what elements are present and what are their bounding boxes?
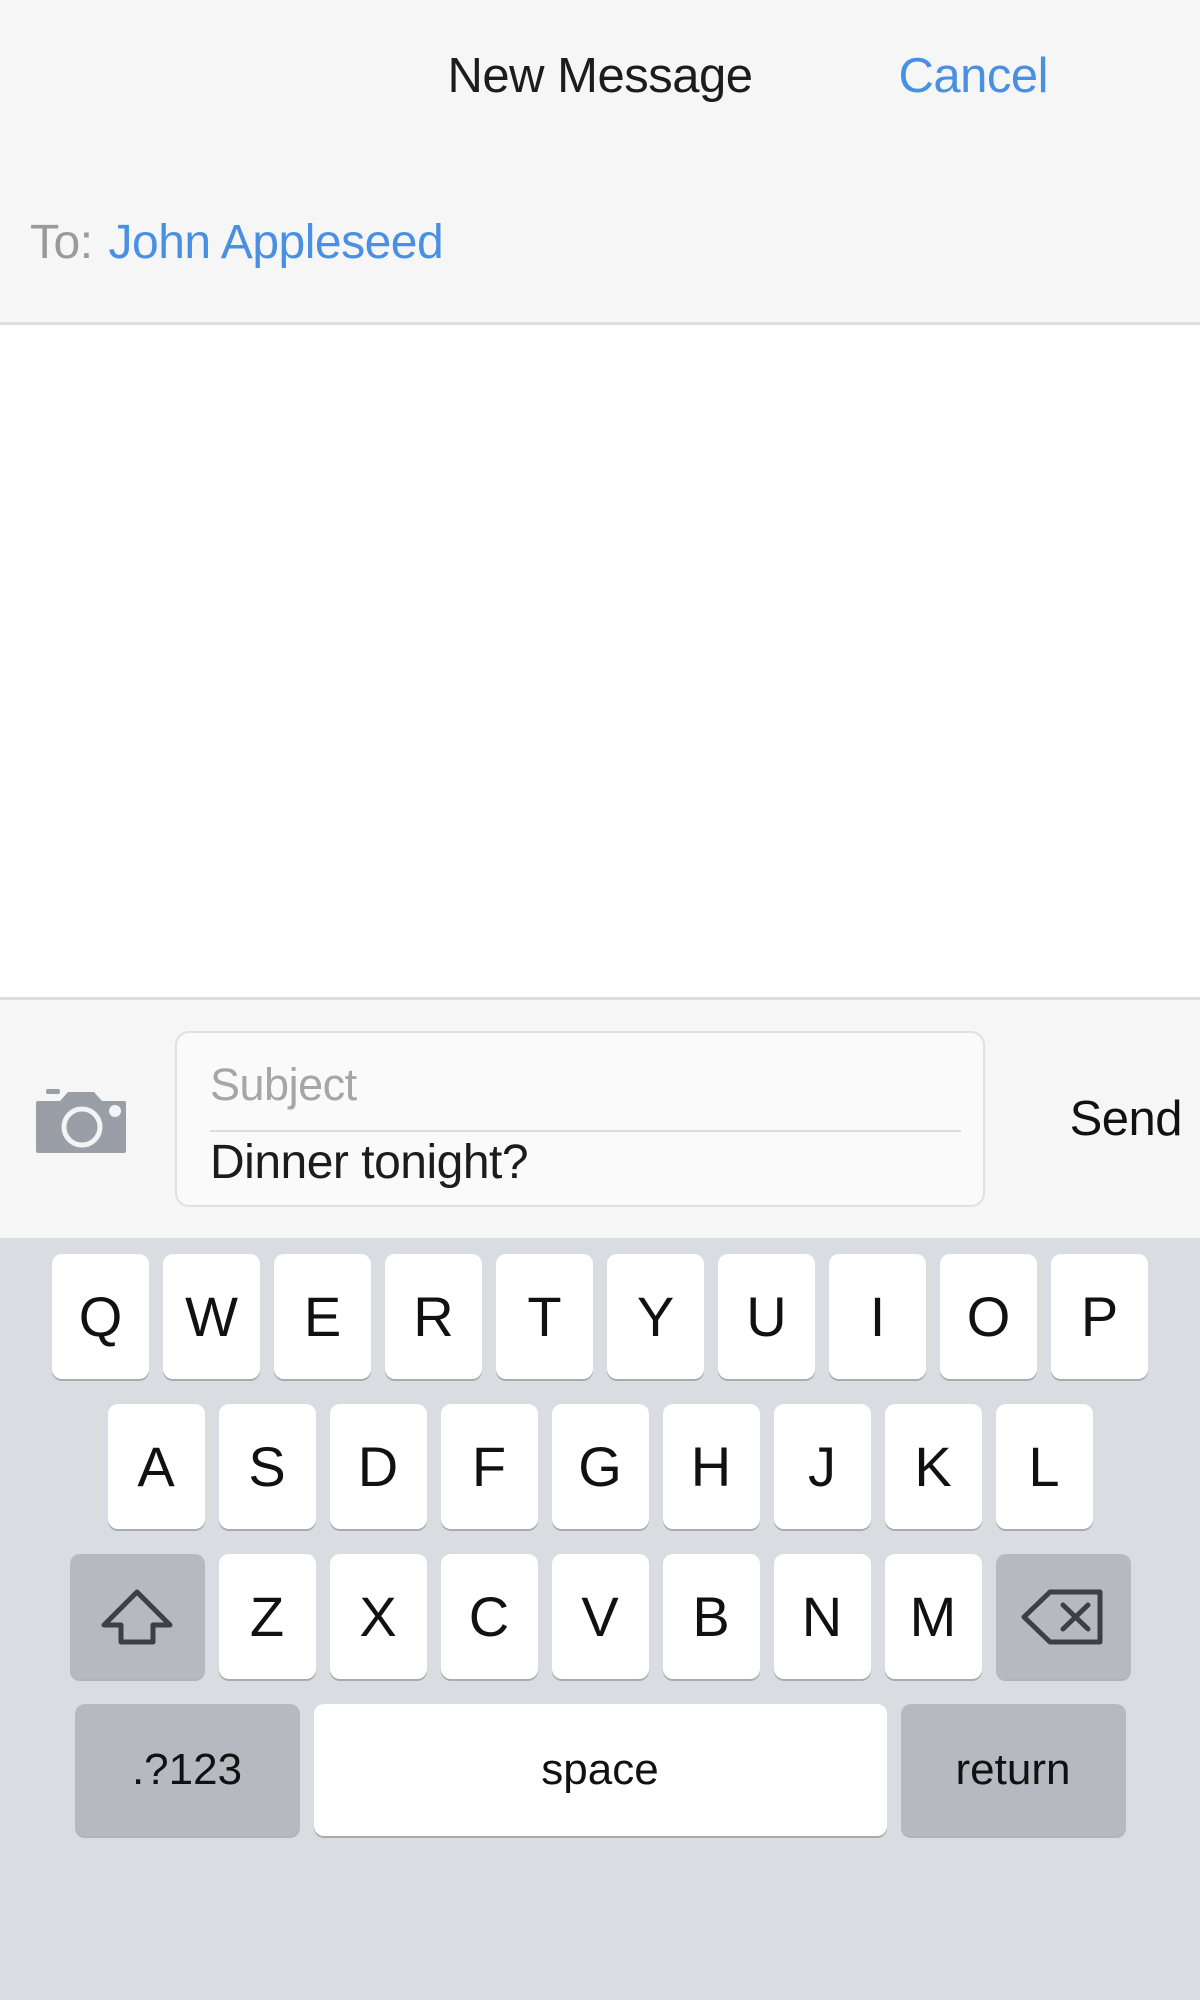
key-s[interactable]: S [218,1404,316,1529]
message-body-input[interactable]: Dinner tonight? [210,1135,529,1190]
space-key[interactable]: space [313,1704,887,1836]
key-m[interactable]: M [884,1554,982,1679]
key-b[interactable]: B [662,1554,760,1679]
keyboard-row-4: .?123 space return [0,1704,1200,1836]
camera-icon[interactable] [36,1083,130,1155]
send-button[interactable]: Send [1070,1091,1183,1147]
keyboard-row-3: Z X C V B N M [0,1554,1200,1679]
key-k[interactable]: K [884,1404,982,1529]
recipient-token-john-appleseed[interactable]: John Appleseed [109,215,444,270]
key-q[interactable]: Q [52,1254,149,1379]
key-c[interactable]: C [440,1554,538,1679]
key-n[interactable]: N [773,1554,871,1679]
cancel-button[interactable]: Cancel [898,48,1048,104]
key-a[interactable]: A [107,1404,205,1529]
message-body-area[interactable] [0,325,1200,1000]
subject-and-body-field[interactable]: Subject Dinner tonight? [175,1031,985,1207]
key-f[interactable]: F [440,1404,538,1529]
key-t[interactable]: T [496,1254,593,1379]
shift-arrow-icon[interactable] [69,1554,205,1679]
mail-compose-screen: New Message Cancel To: John Appleseed Su… [0,0,1200,2000]
key-r[interactable]: R [385,1254,482,1379]
key-w[interactable]: W [163,1254,260,1379]
key-x[interactable]: X [329,1554,427,1679]
key-p[interactable]: P [1051,1254,1148,1379]
numeric-mode-key[interactable]: .?123 [74,1704,300,1836]
return-key[interactable]: return [900,1704,1126,1836]
key-e[interactable]: E [274,1254,371,1379]
key-v[interactable]: V [551,1554,649,1679]
key-g[interactable]: G [551,1404,649,1529]
onscreen-keyboard: Q W E R T Y U I O P A S D F G H J K L Z … [0,1238,1200,2000]
key-h[interactable]: H [662,1404,760,1529]
keyboard-row-1: Q W E R T Y U I O P [0,1254,1200,1379]
key-j[interactable]: J [773,1404,871,1529]
key-y[interactable]: Y [607,1254,704,1379]
key-d[interactable]: D [329,1404,427,1529]
key-i[interactable]: I [829,1254,926,1379]
navigation-bar: New Message Cancel [0,0,1200,163]
key-l[interactable]: L [995,1404,1093,1529]
subject-input[interactable]: Subject [210,1059,357,1111]
key-u[interactable]: U [718,1254,815,1379]
to-label: To: [30,216,93,269]
subject-divider [210,1130,961,1132]
key-o[interactable]: O [940,1254,1037,1379]
compose-toolbar: Subject Dinner tonight? Send [0,1000,1200,1238]
key-z[interactable]: Z [218,1554,316,1679]
backspace-delete-icon[interactable] [995,1554,1131,1679]
keyboard-row-2: A S D F G H J K L [0,1404,1200,1529]
recipient-field-row[interactable]: To: John Appleseed [0,163,1200,325]
